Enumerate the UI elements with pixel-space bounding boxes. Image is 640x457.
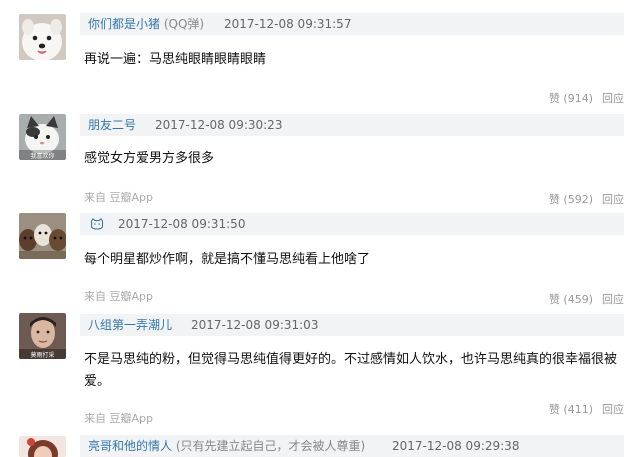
dogs-group-avatar-image (19, 213, 66, 259)
cat-avatar-image: 我喜欢你 (19, 114, 66, 160)
comment-time: 2017-12-08 09:29:38 (392, 439, 520, 453)
reply-button[interactable]: 回应 (602, 403, 624, 416)
comment-meta-bar: 亮哥和他的情人 (只有先建立起自己，才会被人尊重) 2017-12-08 09:… (80, 435, 624, 457)
comment-content: 不是马思纯的粉，但觉得马思纯值得更好的。不过感情如人饮水，也许马思纯真的很幸福很… (84, 352, 618, 389)
comment-meta-bar: 2017-12-08 09:31:50 (80, 213, 624, 235)
comment-time: 2017-12-08 09:31:50 (118, 217, 246, 231)
comment-source: 来自 豆瓣App (84, 290, 153, 303)
comment-time: 2017-12-08 09:31:03 (191, 318, 319, 332)
comment-content: 再说一遍：马思纯眼睛眼睛眼睛 (84, 52, 267, 67)
woman-photo-avatar-image (19, 436, 66, 457)
cat-avatar[interactable]: 我喜欢你 (19, 114, 66, 160)
avatar-caption: 我喜欢你 (30, 152, 54, 160)
comment-actions: 赞 (459) 回应 (549, 291, 624, 307)
cat-face-icon[interactable] (90, 218, 104, 230)
author-link[interactable]: 你们都是小猪 (QQ弹) (88, 13, 204, 35)
author-signature: (只有先建立起自己，才会被人尊重) (175, 439, 366, 453)
man-photo-avatar-image: 莫雨打采 (19, 313, 66, 359)
avatar-caption: 莫雨打采 (30, 351, 54, 359)
author-link[interactable]: 朋友二号 (88, 114, 136, 136)
comment-content: 感觉女方爱男方多很多 (84, 151, 215, 166)
comment-actions: 赞 (914) 回应 (549, 90, 624, 106)
dogs-group-avatar[interactable] (19, 213, 66, 259)
comment-meta-bar: 你们都是小猪 (QQ弹) 2017-12-08 09:31:57 (80, 13, 624, 35)
author-link[interactable]: 亮哥和他的情人 (只有先建立起自己，才会被人尊重) (88, 435, 365, 457)
white-dog-avatar[interactable] (19, 14, 66, 60)
comment-meta-bar: 八组第一弄潮儿 2017-12-08 09:31:03 (80, 314, 624, 336)
comment-content: 每个明星都炒作啊，就是搞不懂马思纯看上他啥了 (84, 252, 371, 267)
comment-time: 2017-12-08 09:31:57 (224, 17, 352, 31)
comment-time: 2017-12-08 09:30:23 (155, 118, 283, 132)
woman-photo-avatar[interactable] (19, 436, 66, 457)
reply-button[interactable]: 回应 (602, 193, 624, 206)
author-link[interactable]: 八组第一弄潮儿 (88, 314, 172, 336)
comment-source: 来自 豆瓣App (84, 412, 153, 425)
like-button[interactable]: 赞 (459) (549, 293, 593, 306)
reply-button[interactable]: 回应 (602, 293, 624, 306)
comment-meta-bar: 朋友二号 2017-12-08 09:30:23 (80, 114, 624, 136)
reply-button[interactable]: 回应 (602, 92, 624, 105)
comment-actions: 赞 (411) 回应 (549, 401, 624, 417)
man-photo-avatar[interactable]: 莫雨打采 (19, 313, 66, 359)
like-button[interactable]: 赞 (411) (549, 403, 593, 416)
comment-actions: 赞 (592) 回应 (549, 191, 624, 207)
like-button[interactable]: 赞 (914) (549, 92, 593, 105)
like-button[interactable]: 赞 (592) (549, 193, 593, 206)
comment-source: 来自 豆瓣App (84, 191, 153, 204)
author-signature: (QQ弹) (163, 17, 205, 31)
white-dog-avatar-image (19, 14, 66, 60)
